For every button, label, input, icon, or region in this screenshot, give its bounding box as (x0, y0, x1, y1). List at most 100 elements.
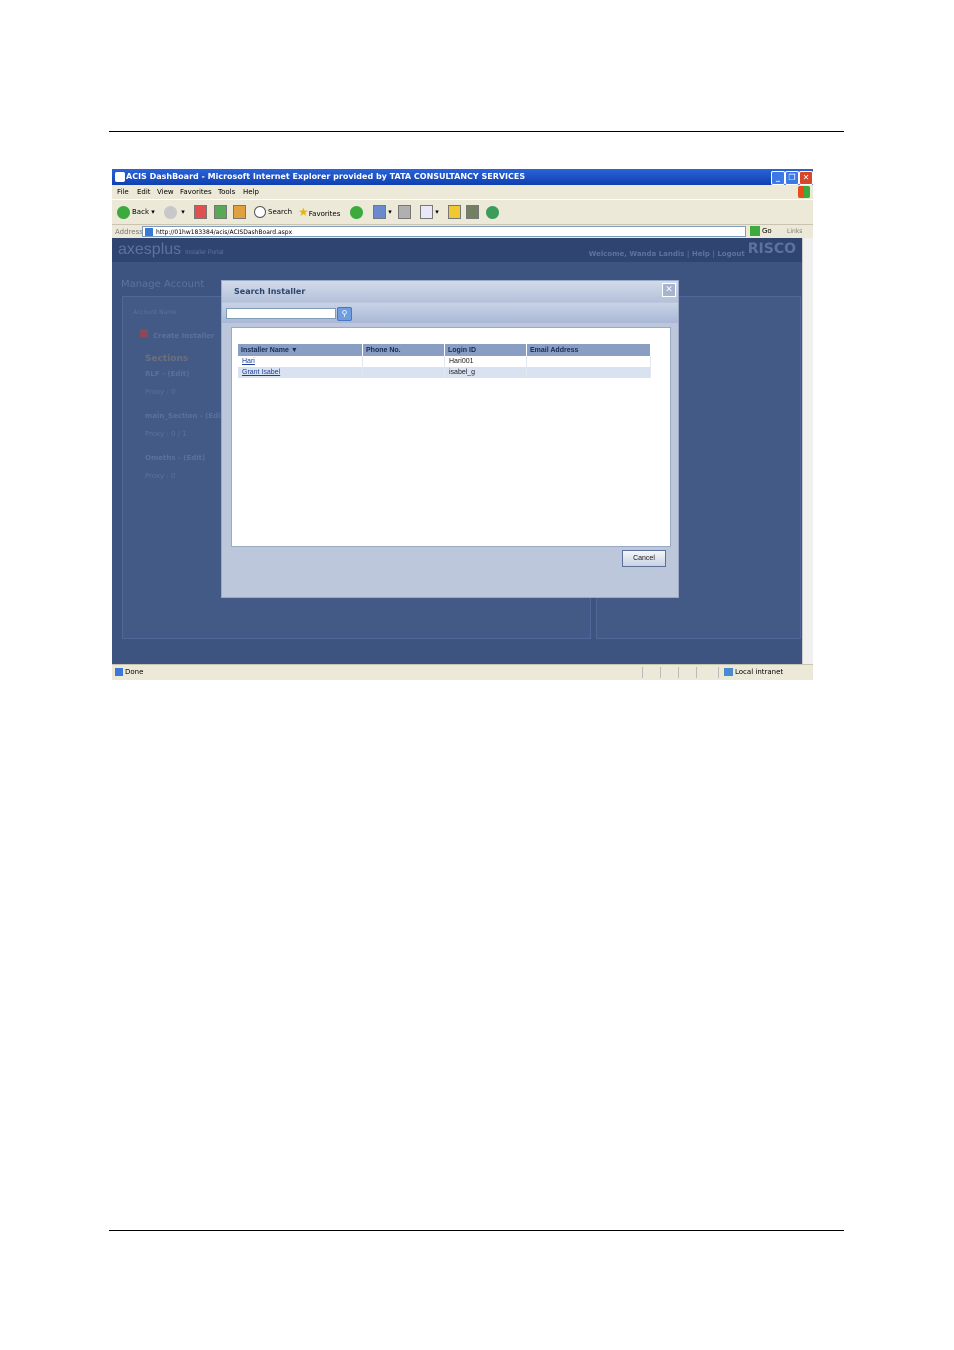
forward-arrow-icon (164, 205, 177, 219)
vertical-scrollbar[interactable] (802, 238, 813, 664)
zone-indicator: Local intranet (724, 668, 783, 676)
window-title-bar: ACIS DashBoard - Microsoft Internet Expl… (112, 169, 813, 185)
close-icon[interactable]: ✕ (662, 283, 676, 297)
minimize-icon[interactable]: _ (771, 171, 785, 185)
cell-phone (362, 356, 445, 367)
research-icon (466, 205, 479, 219)
status-separator (678, 667, 679, 678)
menu-file[interactable]: File (117, 188, 129, 196)
status-separator (696, 667, 697, 678)
cancel-button[interactable]: Cancel (622, 550, 666, 567)
results-panel: Installer Name ▼ Phone No. Login ID Emai… (231, 327, 671, 547)
address-input[interactable]: http://01hw183384/acis/ACISDashBoard.asp… (142, 226, 746, 237)
user-icon (486, 205, 499, 219)
go-button[interactable]: Go (750, 226, 772, 236)
print-button[interactable] (398, 205, 411, 219)
favorites-label: Favorites (308, 210, 341, 218)
window-title: ACIS DashBoard - Microsoft Internet Expl… (126, 172, 526, 181)
search-button[interactable]: Search (254, 205, 292, 219)
col-installer-name[interactable]: Installer Name ▼ (238, 344, 363, 356)
cell-name: Grant Isabel (238, 367, 363, 378)
print-icon (398, 205, 411, 219)
header-links: Welcome, Wanda Landis | Help | Logout RIS… (589, 241, 796, 260)
col-phone[interactable]: Phone No. (362, 344, 445, 356)
search-icon (254, 206, 266, 218)
col-installer-name-label: Installer Name (241, 346, 289, 354)
menu-favorites[interactable]: Favorites (180, 188, 212, 196)
dialog-header: Search Installer ✕ (222, 281, 678, 302)
history-button[interactable] (350, 205, 365, 219)
table-row[interactable]: Grant Isabel isabel_g (238, 367, 651, 378)
header-links-text[interactable]: Welcome, Wanda Landis | Help | Logout (589, 250, 745, 258)
edit-button[interactable]: ▾ (420, 205, 439, 219)
cell-login: Hari001 (444, 356, 527, 367)
logo-sub: Installer Portal (185, 250, 224, 256)
cell-login: isabel_g (444, 367, 527, 378)
status-text: Done (115, 668, 143, 676)
installer-table: Installer Name ▼ Phone No. Login ID Emai… (238, 344, 651, 378)
table-row[interactable]: Hari Hari001 (238, 356, 651, 367)
top-rule (109, 131, 844, 132)
back-arrow-icon (117, 205, 130, 219)
favorites-button[interactable]: ★Favorites (298, 205, 340, 219)
section-item-1[interactable]: RLF - (Edit) (145, 370, 189, 378)
installer-link[interactable]: Grant Isabel (242, 369, 280, 376)
menu-tools[interactable]: Tools (218, 188, 235, 196)
status-separator (660, 667, 661, 678)
mail-icon (373, 205, 386, 219)
browser-toolbar: Back ▾ ▾ Search ★Favorites ▾ ▾ (112, 199, 813, 224)
menu-view[interactable]: View (157, 188, 174, 196)
close-window-icon[interactable]: ✕ (799, 171, 813, 185)
go-arrow-icon (750, 226, 760, 236)
browser-screenshot: ACIS DashBoard - Microsoft Internet Expl… (112, 169, 813, 680)
section-item-1-sub: Proxy : 0 (145, 388, 176, 396)
search-label: Search (268, 208, 293, 216)
word-icon (420, 205, 433, 219)
section-item-2-sub: Proxy : 0 / 1 (145, 430, 187, 438)
home-button[interactable] (233, 205, 246, 219)
sections-label: Sections (145, 354, 189, 364)
status-done: Done (125, 668, 144, 676)
search-input[interactable] (226, 308, 336, 319)
status-bar: Done Local intranet (112, 664, 813, 680)
search-row: ⚲ (222, 303, 678, 323)
mail-button[interactable]: ▾ (373, 205, 392, 219)
links-button[interactable]: Links (787, 228, 802, 235)
menu-help[interactable]: Help (243, 188, 259, 196)
star-icon: ★ (298, 205, 309, 219)
installer-link[interactable]: Hari (242, 358, 255, 365)
folder-button[interactable] (448, 205, 461, 219)
forward-button[interactable]: ▾ (164, 205, 185, 219)
address-bar: Address http://01hw183384/acis/ACISDashB… (112, 224, 813, 239)
col-login[interactable]: Login ID (444, 344, 527, 356)
create-installer-icon (140, 329, 148, 337)
status-separator (642, 667, 643, 678)
create-installer-link[interactable]: Create Installer (153, 332, 214, 340)
intranet-icon (724, 668, 733, 676)
risco-logo: RISCO (747, 241, 796, 257)
cell-email (526, 356, 651, 367)
section-item-3[interactable]: Omeths - (Edit) (145, 454, 205, 462)
table-header-row: Installer Name ▼ Phone No. Login ID Emai… (238, 344, 651, 356)
col-email[interactable]: Email Address (526, 344, 651, 356)
menu-bar: File Edit View Favorites Tools Help (112, 185, 813, 199)
dialog-title: Search Installer (234, 287, 306, 296)
user-button[interactable] (486, 205, 501, 219)
back-button[interactable]: Back ▾ (117, 205, 155, 219)
ie-icon (115, 172, 125, 182)
refresh-button[interactable] (214, 205, 227, 219)
cell-phone (362, 367, 445, 378)
section-item-3-sub: Proxy : 0 (145, 472, 176, 480)
search-go-icon[interactable]: ⚲ (337, 307, 352, 321)
messenger-button[interactable] (466, 205, 479, 219)
go-label: Go (762, 227, 772, 235)
cell-email (526, 367, 651, 378)
section-item-2[interactable]: main_Section - (Edit) (145, 412, 227, 420)
stop-icon (194, 205, 207, 219)
page-icon (145, 228, 153, 236)
menu-edit[interactable]: Edit (137, 188, 151, 196)
zone-text: Local intranet (735, 668, 784, 676)
back-label: Back (132, 208, 149, 216)
restore-icon[interactable]: ❐ (785, 171, 799, 185)
stop-button[interactable] (194, 205, 207, 219)
